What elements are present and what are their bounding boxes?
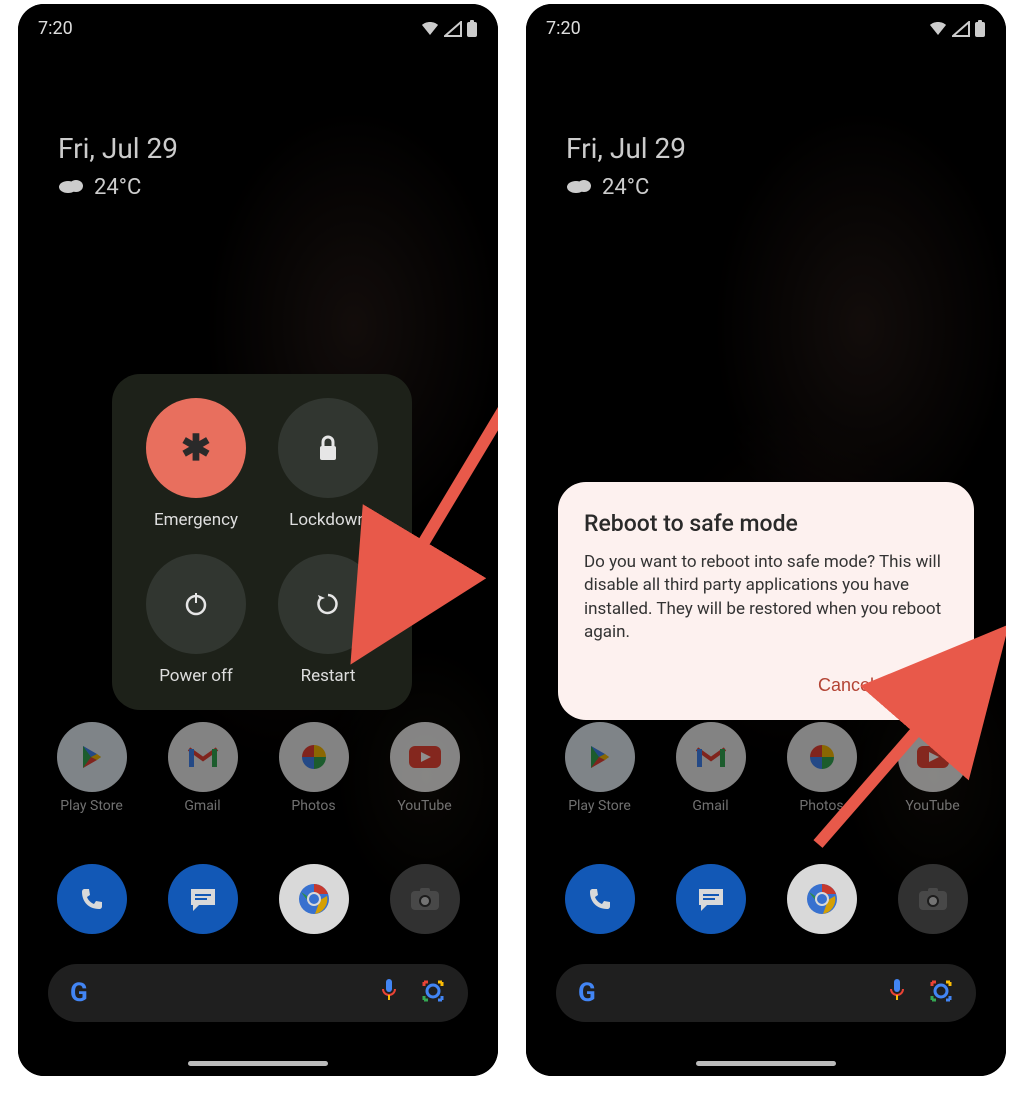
status-time: 7:20: [546, 18, 581, 39]
mic-icon[interactable]: [888, 977, 906, 1009]
app-phone[interactable]: [57, 864, 127, 934]
phone-screenshot-right: 7:20 Fri, Jul 29 24°C Play Sto: [526, 4, 1006, 1076]
power-menu-label: Emergency: [154, 510, 238, 530]
nav-handle[interactable]: [696, 1061, 836, 1066]
status-bar: 7:20: [546, 18, 986, 39]
play-store-icon: [565, 722, 635, 792]
app-youtube[interactable]: YouTube: [390, 722, 460, 814]
power-menu-lockdown[interactable]: Lockdown: [262, 398, 394, 530]
camera-icon: [390, 864, 460, 934]
home-info: Fri, Jul 29 24°C: [58, 132, 178, 200]
dialog-body: Do you want to reboot into safe mode? Th…: [584, 551, 948, 645]
app-play-store[interactable]: Play Store: [57, 722, 127, 814]
power-menu-emergency[interactable]: ✱ Emergency: [130, 398, 262, 530]
power-menu-restart[interactable]: Restart: [262, 554, 394, 686]
search-bar[interactable]: G: [48, 964, 468, 1022]
dock-row: [18, 864, 498, 934]
restart-icon: [278, 554, 378, 654]
app-camera[interactable]: [390, 864, 460, 934]
app-play-store[interactable]: Play Store: [565, 722, 635, 814]
phone-icon: [565, 864, 635, 934]
google-logo-icon: G: [578, 978, 596, 1008]
power-menu: ✱ Emergency Lockdown Power off Restart: [112, 374, 412, 710]
messages-icon: [676, 864, 746, 934]
google-logo-icon: G: [70, 978, 88, 1008]
status-right: [420, 20, 478, 38]
home-weather: 24°C: [566, 175, 686, 200]
app-chrome[interactable]: [787, 864, 857, 934]
power-menu-power-off[interactable]: Power off: [130, 554, 262, 686]
signal-icon: [444, 21, 462, 37]
status-time: 7:20: [38, 18, 73, 39]
app-photos[interactable]: Photos: [279, 722, 349, 814]
home-temp: 24°C: [602, 175, 649, 200]
app-gmail[interactable]: Gmail: [676, 722, 746, 814]
home-date: Fri, Jul 29: [566, 132, 686, 165]
app-label: Gmail: [184, 798, 220, 814]
status-bar: 7:20: [38, 18, 478, 39]
emergency-icon: ✱: [146, 398, 246, 498]
gmail-icon: [676, 722, 746, 792]
phone-screenshot-left: 7:20 Fri, Jul 29 24°C Play: [18, 4, 498, 1076]
signal-icon: [952, 21, 970, 37]
wifi-icon: [420, 21, 440, 37]
app-messages[interactable]: [676, 864, 746, 934]
gmail-icon: [168, 722, 238, 792]
annotation-arrow-restart: [388, 392, 498, 606]
power-menu-label: Restart: [301, 666, 356, 686]
home-temp: 24°C: [94, 175, 141, 200]
wifi-icon: [928, 21, 948, 37]
play-store-icon: [57, 722, 127, 792]
camera-icon: [898, 864, 968, 934]
mic-icon[interactable]: [380, 977, 398, 1009]
phone-icon: [57, 864, 127, 934]
battery-icon: [466, 20, 478, 38]
chrome-icon: [279, 864, 349, 934]
power-menu-label: Lockdown: [289, 510, 367, 530]
lens-icon[interactable]: [928, 978, 954, 1008]
home-date: Fri, Jul 29: [58, 132, 178, 165]
dialog-title: Reboot to safe mode: [584, 510, 948, 537]
cloud-icon: [566, 175, 592, 200]
app-label: Photos: [291, 798, 335, 814]
app-label: YouTube: [397, 798, 451, 814]
power-menu-label: Power off: [159, 666, 233, 686]
lock-icon: [278, 398, 378, 498]
app-phone[interactable]: [565, 864, 635, 934]
search-bar[interactable]: G: [556, 964, 976, 1022]
home-weather: 24°C: [58, 175, 178, 200]
lens-icon[interactable]: [420, 978, 446, 1008]
annotation-arrow-ok: [798, 684, 978, 868]
battery-icon: [974, 20, 986, 38]
nav-handle[interactable]: [188, 1061, 328, 1066]
photos-icon: [279, 722, 349, 792]
cloud-icon: [58, 175, 84, 200]
app-label: Gmail: [692, 798, 728, 814]
app-chrome[interactable]: [279, 864, 349, 934]
status-right: [928, 20, 986, 38]
youtube-icon: [390, 722, 460, 792]
messages-icon: [168, 864, 238, 934]
app-camera[interactable]: [898, 864, 968, 934]
dock-row: [526, 864, 1006, 934]
power-icon: [146, 554, 246, 654]
app-label: Play Store: [60, 798, 123, 814]
home-info: Fri, Jul 29 24°C: [566, 132, 686, 200]
app-gmail[interactable]: Gmail: [168, 722, 238, 814]
chrome-icon: [787, 864, 857, 934]
app-label: Play Store: [568, 798, 631, 814]
app-messages[interactable]: [168, 864, 238, 934]
app-row: Play Store Gmail Photos YouTube: [18, 722, 498, 814]
